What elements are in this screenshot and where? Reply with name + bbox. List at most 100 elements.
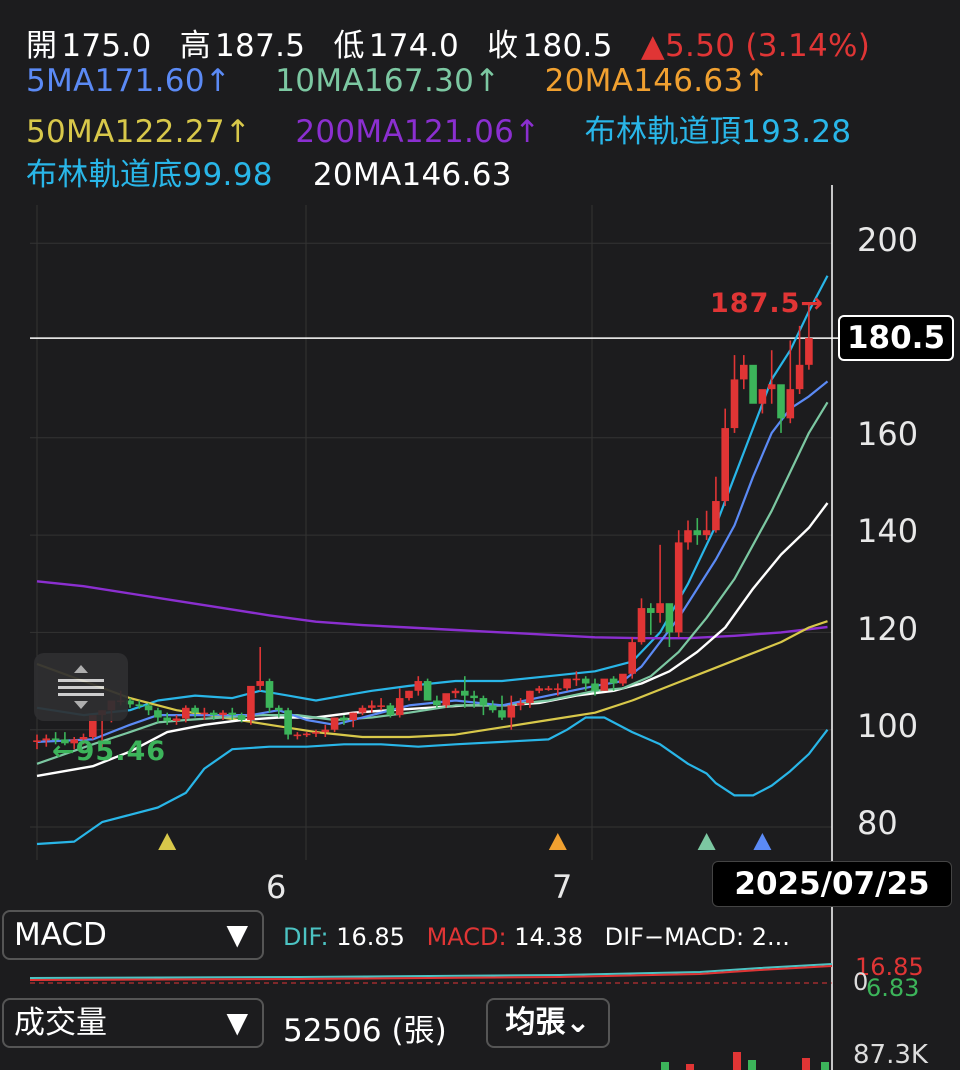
candle-body	[786, 389, 795, 419]
candle-body	[805, 338, 813, 365]
candle-body	[42, 738, 51, 741]
candle-body	[144, 705, 153, 711]
dif-macd-value: 2...	[751, 923, 790, 951]
candle-body	[554, 688, 562, 690]
candle-body	[479, 698, 488, 706]
candle-body	[191, 707, 199, 713]
candle-body	[135, 704, 144, 707]
volume-bar	[748, 1060, 756, 1070]
candle-body	[461, 690, 469, 696]
candle-body	[330, 717, 339, 730]
candle-body	[256, 681, 264, 686]
candle-body	[377, 705, 385, 707]
candle-body	[721, 428, 729, 502]
candle-body	[386, 705, 395, 716]
candle-body	[740, 364, 748, 380]
candle-body	[237, 715, 246, 720]
low-price-marker: ←95.46	[52, 736, 167, 767]
x-tick-month-6: 6	[266, 868, 287, 906]
y-tick-200: 200	[857, 221, 919, 259]
signal-triangle-marker	[753, 833, 772, 850]
volume-select[interactable]: 成交量 ▼	[2, 998, 264, 1048]
candle-body	[163, 717, 171, 721]
indicator-select[interactable]: MACD ▼	[2, 910, 264, 960]
candle-body	[247, 685, 255, 720]
y-tick-120: 120	[857, 610, 919, 648]
candle-body	[321, 729, 330, 733]
candle-body	[730, 379, 739, 429]
candle-body	[507, 705, 516, 718]
candle-body	[526, 690, 534, 703]
candle-body	[33, 740, 41, 743]
candle-body	[609, 678, 618, 684]
dif-macd-label: DIF−MACD:	[604, 923, 745, 951]
ma200-line	[36, 580, 828, 640]
high-price-marker: 187.5→	[710, 288, 825, 319]
volume-bar	[821, 1062, 829, 1070]
y-tick-100: 100	[857, 707, 919, 745]
caret-down-icon: ▼	[226, 1006, 248, 1039]
volume-mode-button[interactable]: 均張⌄	[486, 998, 610, 1048]
candle-body	[219, 712, 227, 716]
macd-value: 14.38	[514, 923, 583, 951]
indicator-select-label: MACD	[14, 917, 107, 953]
ma5-line	[36, 380, 829, 743]
menu-icon	[58, 665, 104, 709]
macd-dif-line	[29, 963, 833, 979]
candle-body	[414, 681, 423, 691]
signal-triangle-marker	[548, 833, 567, 850]
current-price-badge: 180.5	[838, 315, 954, 361]
ma50-line	[36, 620, 828, 739]
candle-body	[470, 695, 478, 699]
candle-body	[749, 364, 757, 404]
candle-body	[442, 693, 450, 706]
candle-body	[693, 530, 702, 536]
candle-body	[340, 717, 348, 720]
candle-body	[758, 389, 767, 404]
candle-body	[228, 712, 237, 716]
candle-body	[544, 688, 553, 690]
volume-bar	[802, 1058, 810, 1070]
candle-body	[572, 678, 581, 681]
candle-body	[368, 705, 376, 708]
candle-body	[777, 384, 785, 419]
candle-body	[498, 710, 506, 718]
dif-value: 16.85	[336, 923, 405, 951]
signal-triangle-marker	[158, 833, 177, 850]
candle-body	[405, 690, 413, 699]
dif-label: DIF:	[283, 923, 329, 951]
candle-body	[488, 705, 497, 711]
chart-menu-button[interactable]	[34, 653, 128, 721]
candle-body	[684, 530, 692, 543]
candle-body	[647, 608, 655, 613]
boll-top-line	[36, 275, 829, 717]
candle-body	[200, 712, 209, 715]
candle-body	[182, 707, 190, 719]
candle-body	[265, 681, 274, 708]
candle-body	[302, 733, 311, 736]
candle-body	[293, 734, 302, 737]
macd-values: DIF: 16.85 MACD: 14.38 DIF−MACD: 2...	[283, 923, 790, 951]
signal-triangle-marker	[697, 833, 716, 850]
candle-body	[795, 364, 804, 390]
volume-select-label: 成交量	[14, 1005, 107, 1041]
candle-body	[619, 673, 627, 684]
candle-body	[712, 501, 720, 531]
candle-body	[600, 678, 609, 691]
candle-body	[451, 690, 460, 694]
candle-body	[628, 642, 636, 674]
candle-body	[172, 718, 181, 721]
y-tick-80: 80	[857, 804, 898, 842]
macd-axis-low: 6.83	[866, 974, 920, 1002]
candle-body	[209, 712, 218, 716]
volume-value: 52506 (張)	[283, 1013, 447, 1049]
candle-body	[284, 710, 292, 735]
candle-body	[349, 712, 357, 720]
candle-body	[433, 700, 441, 706]
candle-body	[591, 683, 599, 691]
candle-body	[358, 707, 367, 713]
candle-body	[563, 678, 571, 689]
candle-body	[516, 702, 525, 706]
candle-body	[665, 603, 674, 633]
candle-body	[154, 710, 162, 718]
